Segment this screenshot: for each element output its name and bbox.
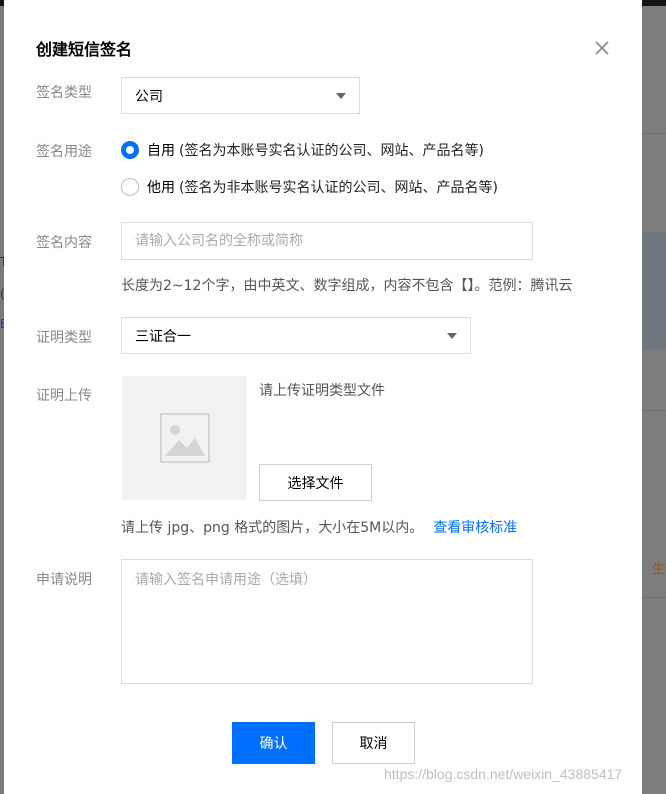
radio-option-hint: (签名为本账号实名认证的公司、网站、产品名等) [179, 143, 484, 159]
background-text-fragment: 生效 [652, 562, 666, 577]
background-divider [642, 410, 666, 411]
radio-option-other-use[interactable]: 他用 (签名为非本账号实名认证的公司、网站、产品名等) [121, 177, 498, 197]
watermark: https://blog.csdn.net/weixin_43885417 [384, 766, 623, 782]
cancel-button[interactable]: 取消 [332, 722, 415, 764]
chevron-down-icon [336, 92, 346, 99]
create-sms-signature-dialog: 创建短信签名 签名类型 公司 签名用途 自用 (签名为本账号实名认证的公司、网站… [4, 0, 642, 794]
confirm-button[interactable]: 确认 [232, 722, 315, 764]
background-right-panel [642, 6, 666, 794]
upload-format-hint: 请上传 jpg、png 格式的图片，大小在5M以内。 查看审核标准 [121, 517, 517, 537]
upload-preview [122, 376, 247, 500]
image-placeholder-icon [159, 413, 210, 463]
background-divider [642, 597, 666, 598]
sign-content-label: 签名内容 [36, 235, 92, 251]
close-icon [595, 41, 609, 55]
background-divider [642, 133, 666, 134]
radio-option-label: 他用 [147, 180, 175, 196]
proof-type-label: 证明类型 [36, 330, 92, 346]
dialog-title: 创建短信签名 [36, 40, 133, 59]
select-file-button[interactable]: 选择文件 [259, 464, 372, 501]
proof-type-value: 三证合一 [135, 328, 191, 345]
upload-format-text: 请上传 jpg、png 格式的图片，大小在5M以内。 [121, 520, 424, 536]
sign-type-select[interactable]: 公司 [121, 77, 360, 114]
sign-content-input[interactable] [121, 222, 533, 260]
radio-option-label: 自用 [147, 143, 175, 159]
chevron-down-icon [447, 332, 457, 339]
sign-usage-label: 签名用途 [36, 144, 92, 160]
radio-option-hint: (签名为非本账号实名认证的公司、网站、产品名等) [179, 180, 498, 196]
proof-type-select[interactable]: 三证合一 [121, 317, 471, 354]
radio-option-self-use[interactable]: 自用 (签名为本账号实名认证的公司、网站、产品名等) [121, 140, 484, 160]
background-highlight-row [642, 232, 666, 350]
review-standard-link[interactable]: 查看审核标准 [433, 520, 517, 536]
sign-type-value: 公司 [135, 88, 163, 105]
radio-button-checked[interactable] [121, 141, 139, 159]
description-label: 申请说明 [36, 572, 92, 588]
sign-content-hint: 长度为2~12个字，由中英文、数字组成，内容不包含【】。范例：腾讯云 [121, 278, 573, 294]
radio-button-unchecked[interactable] [121, 178, 139, 196]
sign-type-label: 签名类型 [36, 85, 92, 101]
description-textarea[interactable] [121, 559, 533, 684]
close-button[interactable] [592, 38, 612, 58]
proof-upload-label: 证明上传 [36, 388, 92, 404]
proof-upload-hint: 请上传证明类型文件 [259, 383, 385, 399]
